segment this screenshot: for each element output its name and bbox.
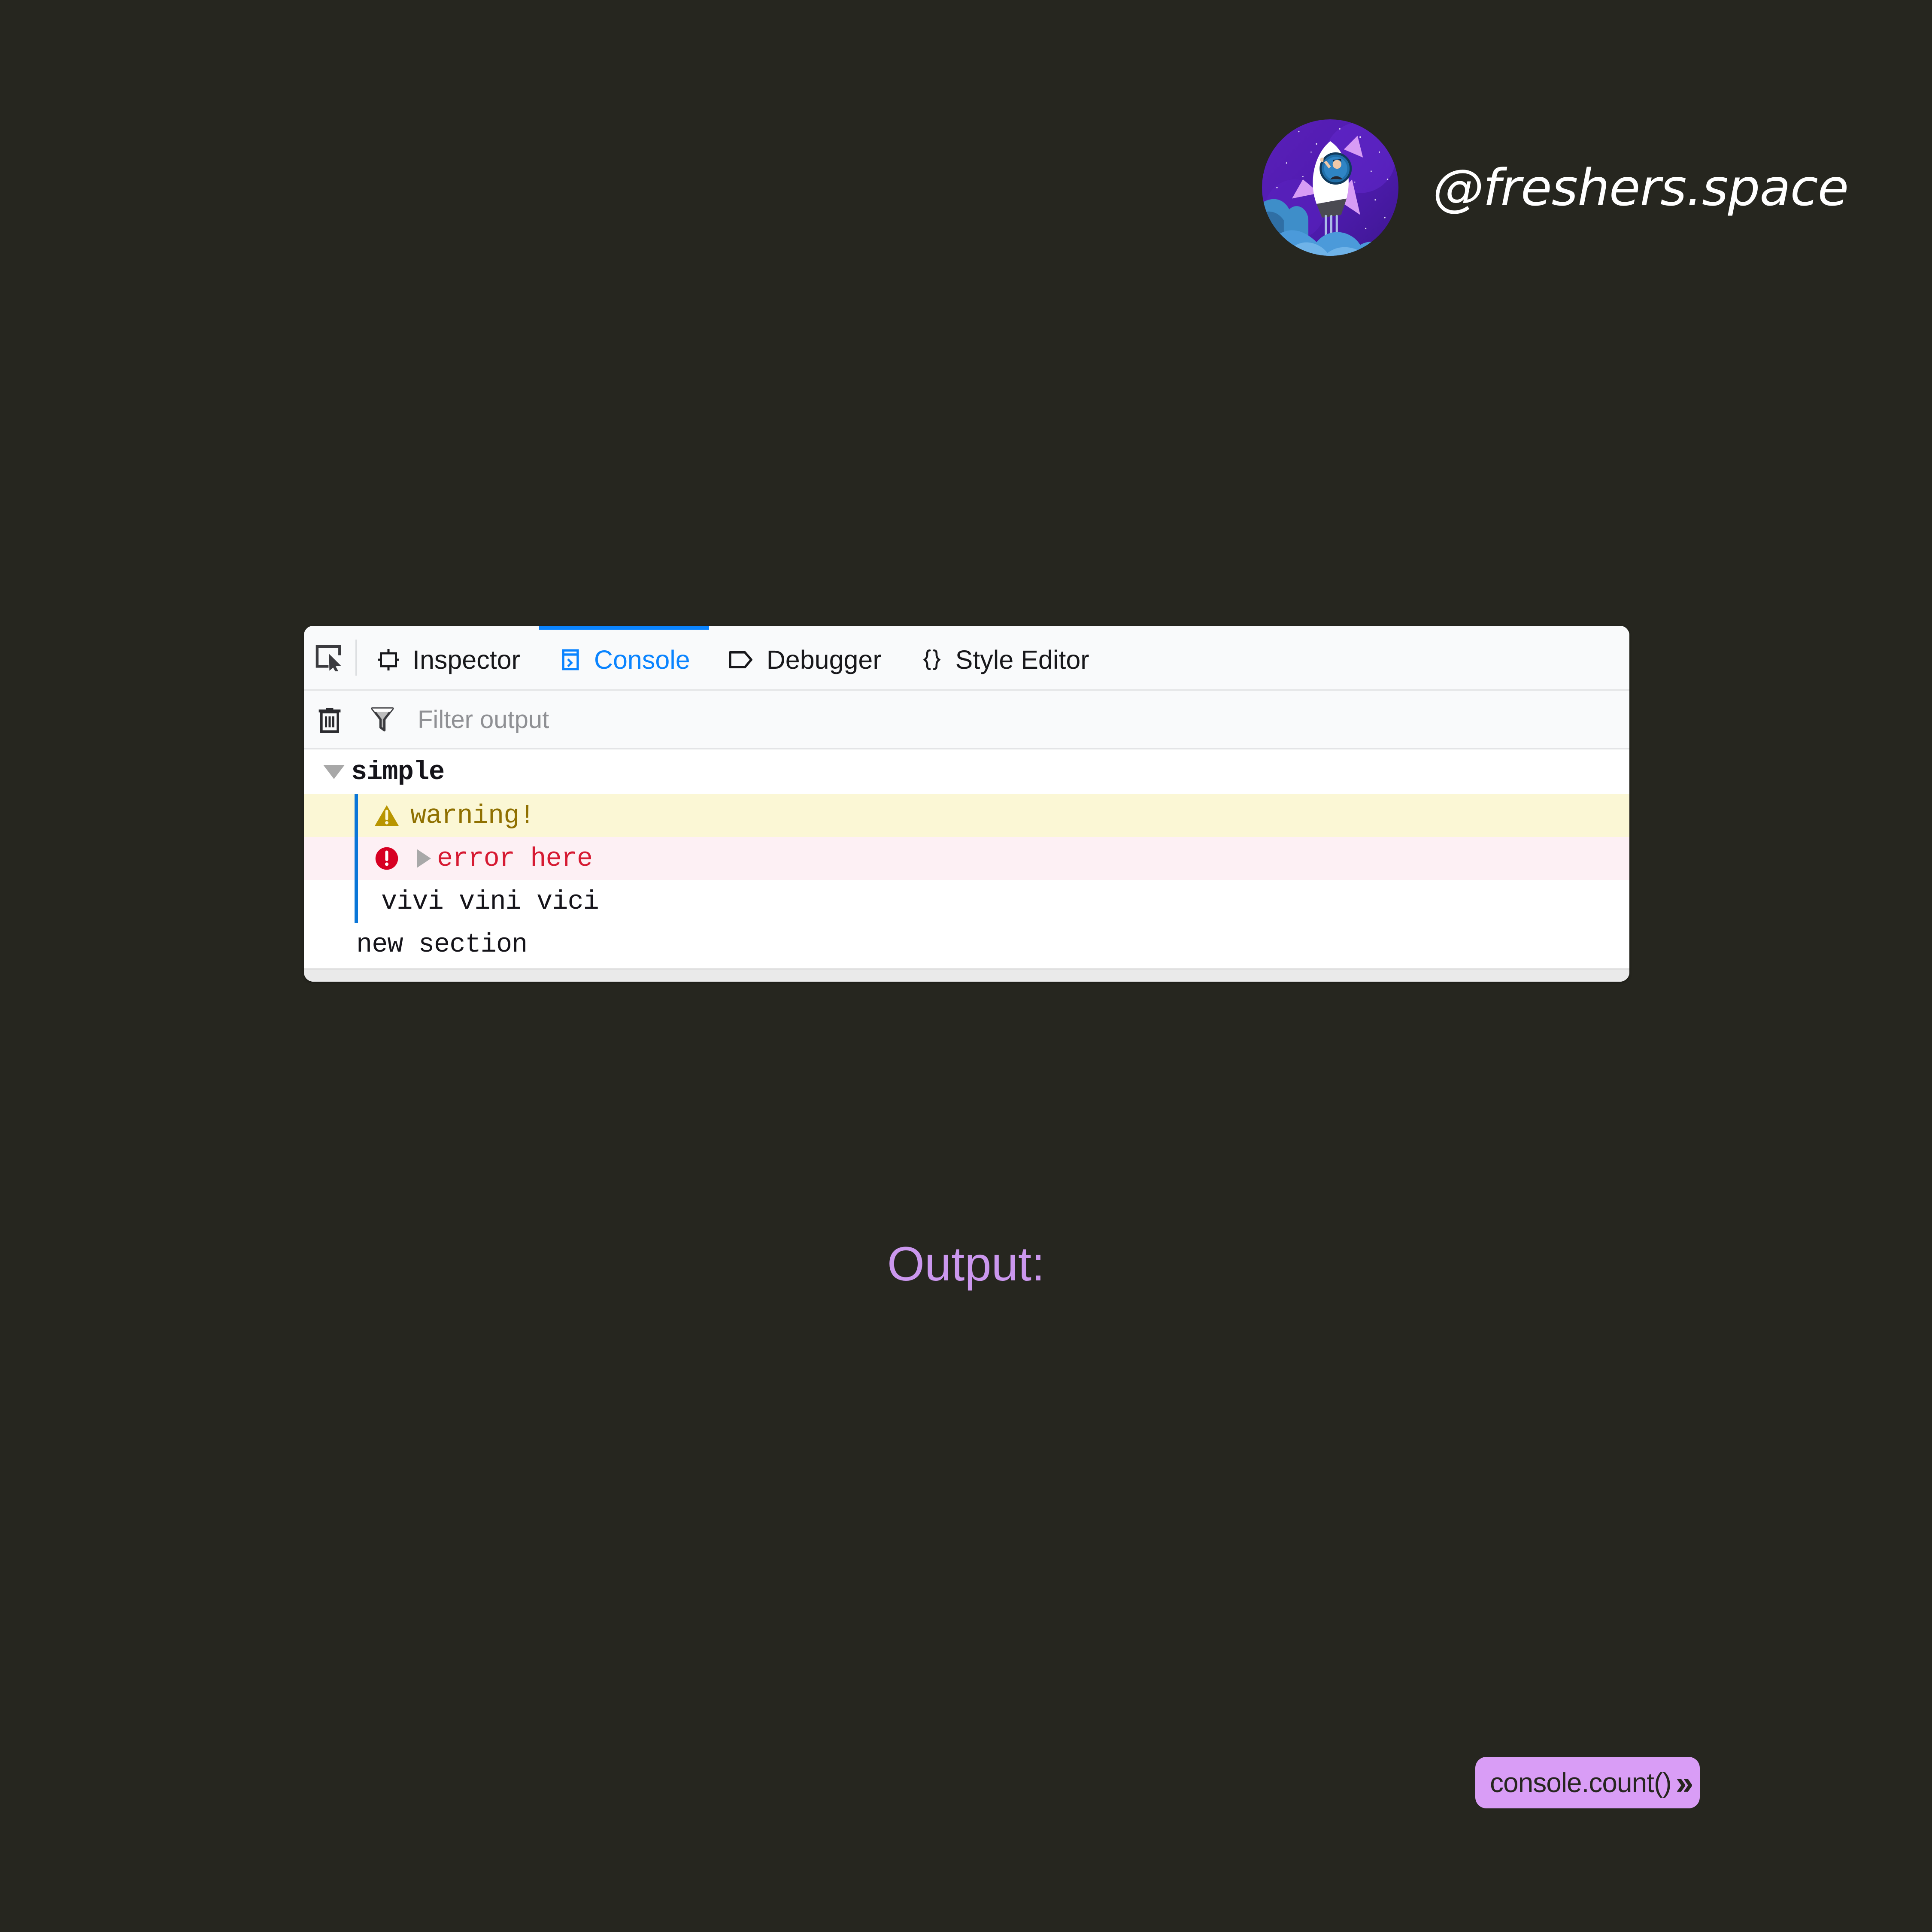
- cta-label: console.count(): [1490, 1767, 1672, 1798]
- trash-icon: [318, 707, 341, 733]
- filter-input[interactable]: Filter output: [408, 705, 1629, 734]
- console-output: simple warning! error here vivi vini vic…: [304, 749, 1629, 968]
- group-label: simple: [351, 756, 445, 787]
- devtools-panel: Inspector Console Debugger Style Editor …: [304, 626, 1629, 982]
- console-toolbar: Filter output: [304, 691, 1629, 749]
- devtools-tabbar: Inspector Console Debugger Style Editor: [304, 626, 1629, 691]
- console-row-warning[interactable]: warning!: [304, 794, 1629, 837]
- element-picker-icon: [315, 645, 341, 671]
- console-row-log[interactable]: vivi vini vici: [304, 880, 1629, 923]
- rocket-avatar-icon: [1262, 119, 1398, 256]
- inspector-box-icon: [376, 647, 401, 673]
- tab-console[interactable]: Console: [539, 626, 709, 689]
- cta-badge[interactable]: console.count() ››: [1475, 1757, 1700, 1808]
- funnel-icon: [371, 707, 394, 732]
- tab-label: Style Editor: [955, 645, 1089, 674]
- tab-inspector[interactable]: Inspector: [357, 626, 539, 689]
- error-expand-toggle[interactable]: [410, 849, 437, 868]
- console-message: warning!: [410, 800, 535, 831]
- tab-debugger[interactable]: Debugger: [709, 626, 901, 689]
- tab-label: Console: [594, 645, 690, 674]
- tab-style-editor[interactable]: Style Editor: [901, 626, 1108, 689]
- tab-label: Debugger: [766, 645, 882, 674]
- group-collapse-toggle[interactable]: [317, 764, 351, 779]
- caret-down-icon: [323, 764, 345, 779]
- debugger-pentagon-icon: [728, 648, 755, 672]
- caret-right-icon: [416, 849, 431, 868]
- console-window-icon: [558, 647, 583, 673]
- console-row-error[interactable]: error here: [304, 837, 1629, 880]
- error-circle-icon: [363, 846, 410, 871]
- console-message: vivi vini vici: [381, 886, 599, 917]
- filter-icon-button[interactable]: [357, 705, 408, 734]
- curly-braces-icon: [919, 647, 944, 673]
- clear-console-button[interactable]: [304, 705, 355, 734]
- panel-footer: [304, 968, 1629, 982]
- handle-text: @freshers.space: [1433, 158, 1849, 217]
- warning-triangle-icon: [363, 804, 410, 828]
- console-group-header[interactable]: simple: [304, 749, 1629, 794]
- double-chevron-right-icon: ››: [1675, 1764, 1694, 1802]
- tab-label: Inspector: [412, 645, 520, 674]
- element-picker-button[interactable]: [304, 626, 355, 689]
- output-caption: Output:: [887, 1237, 1045, 1291]
- console-message: error here: [437, 843, 593, 874]
- console-row-log-outer[interactable]: new section: [304, 923, 1629, 966]
- watermark: @freshers.space: [1262, 119, 1849, 256]
- console-message: new section: [356, 929, 528, 960]
